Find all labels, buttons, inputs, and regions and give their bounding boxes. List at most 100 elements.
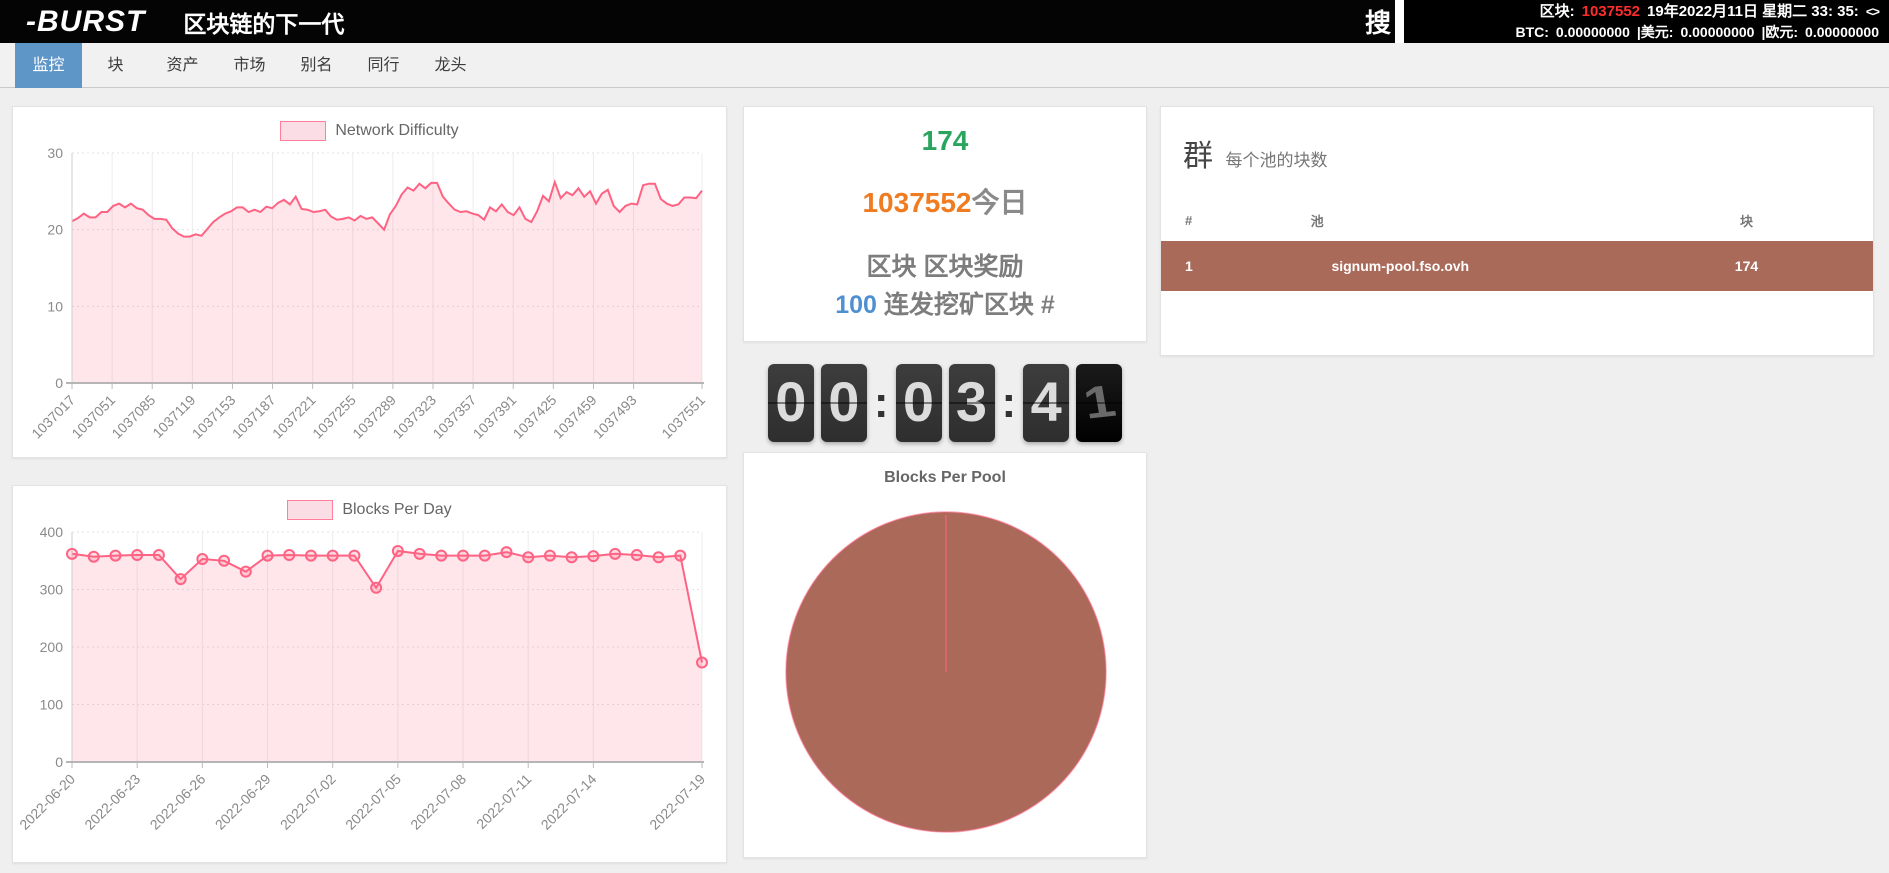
svg-text:1037357: 1037357 [429, 392, 479, 442]
reward-rest-label: 连发挖矿区块 # [883, 291, 1055, 319]
svg-text:1037153: 1037153 [188, 392, 238, 442]
svg-text:0: 0 [55, 754, 63, 770]
svg-text:2022-07-11: 2022-07-11 [473, 771, 534, 832]
site-title: 区块链的下一代 [183, 10, 345, 37]
svg-text:2022-07-19: 2022-07-19 [646, 771, 708, 833]
btc-value: 0.00000000 [1555, 24, 1630, 40]
svg-text:1037221: 1037221 [268, 392, 318, 442]
svg-text:2022-07-14: 2022-07-14 [537, 771, 599, 833]
tab-peers[interactable]: 同行 [350, 43, 417, 88]
main-nav: 监控 块 资产 市场 别名 同行 龙头 [0, 43, 1889, 88]
pool-row[interactable]: 1 signum-pool.fso.ovh 174 [1161, 241, 1873, 291]
clock-colon-2: : [1001, 378, 1017, 427]
svg-text:1037493: 1037493 [589, 392, 639, 442]
clock-colon-1: : [873, 378, 889, 427]
network-info-box: 区块: 1037552 19年2022月11日 星期二 33: 35: <> B… [1404, 0, 1889, 43]
block-reward-label: 区块 区块奖励 [866, 253, 1024, 281]
block-height-value: 1037552 [1581, 3, 1641, 20]
block-stats-card: 174 1037552今日 区块 区块奖励 100 连发挖矿区块 # [743, 106, 1147, 342]
svg-text:1037323: 1037323 [389, 392, 439, 442]
svg-text:1037289: 1037289 [349, 392, 399, 442]
eur-value: 0.00000000 [1805, 24, 1879, 40]
blocks-per-day-legend[interactable]: Blocks Per Day [13, 500, 726, 520]
svg-text:1037459: 1037459 [549, 392, 599, 442]
burst-explorer-app: -BURST 区块链的下一代 搜 区块: 1037552 19年2022月11日… [0, 0, 1889, 873]
svg-text:1037551: 1037551 [658, 392, 708, 442]
svg-text:1037085: 1037085 [108, 392, 158, 442]
blocks-per-day-chart: 01002003004002022-06-20 2022-06-23 2022-06… [20, 524, 708, 833]
col-header-pool[interactable]: 池 [1281, 199, 1620, 241]
svg-text:2022-06-23: 2022-06-23 [81, 771, 143, 833]
clock-digit-4: 3 [948, 364, 995, 442]
difficulty-legend-label: Network Difficulty [335, 122, 459, 139]
search-input[interactable] [1395, 0, 1404, 43]
difficulty-legend[interactable]: Network Difficulty [13, 121, 726, 141]
svg-text:0: 0 [55, 375, 63, 391]
svg-text:2022-06-29: 2022-06-29 [211, 771, 273, 833]
blocks-today-value: 174 [921, 125, 969, 156]
svg-text:200: 200 [39, 639, 63, 655]
pool-rank: 1 [1161, 241, 1281, 291]
blocks-per-day-legend-label: Blocks Per Day [342, 501, 452, 518]
difficulty-legend-swatch [280, 121, 327, 141]
top-header: -BURST 区块链的下一代 搜 区块: 1037552 19年2022月11日… [0, 0, 1889, 43]
svg-text:2022-07-02: 2022-07-02 [276, 771, 338, 833]
tab-assets[interactable]: 资产 [149, 43, 216, 88]
block-height-line: 1037552今日 [744, 181, 1146, 221]
pools-table: # 池 块 1 signum-pool.fso.ovh 174 [1161, 199, 1873, 291]
svg-text:2022-07-08: 2022-07-08 [407, 771, 469, 833]
svg-text:1037255: 1037255 [309, 392, 359, 442]
block-countdown-clock: 0 0 : 0 3 : 4 1 [743, 364, 1147, 442]
block-label: 区块: [1539, 3, 1575, 20]
tab-blocks[interactable]: 块 [82, 43, 149, 88]
pool-name[interactable]: signum-pool.fso.ovh [1280, 241, 1620, 291]
svg-text:300: 300 [39, 582, 63, 598]
clock-digit-5: 4 [1023, 364, 1070, 442]
search-label: 搜 [1364, 8, 1391, 38]
pools-header: 群 每个池的块数 [1161, 107, 1873, 175]
pools-subtitle: 每个池的块数 [1225, 151, 1328, 170]
current-height-value: 1037552 [862, 187, 972, 218]
pools-card: 群 每个池的块数 # 池 块 1 signum-pool.fso.ovh 174 [1160, 106, 1874, 356]
col-header-blocks[interactable]: 块 [1620, 199, 1873, 241]
today-suffix: 今日 [971, 187, 1028, 218]
pool-blocks: 174 [1619, 241, 1873, 291]
pools-title: 群 [1183, 140, 1213, 173]
svg-text:1037017: 1037017 [28, 392, 78, 442]
usd-value: 0.00000000 [1680, 24, 1755, 40]
eur-label: |欧元: [1761, 24, 1799, 40]
svg-text:1037391: 1037391 [469, 392, 519, 442]
clock-digit-6-flipping: 1 [1076, 364, 1123, 442]
svg-text:2022-06-26: 2022-06-26 [146, 771, 208, 833]
block-info-line: 区块: 1037552 19年2022月11日 星期二 33: 35: <> [1404, 2, 1880, 22]
blocks-per-day-legend-swatch [287, 500, 334, 520]
pie-title: Blocks Per Pool [884, 469, 1006, 486]
blocks-per-pool-pie [785, 511, 1107, 833]
clock-digit-2: 0 [820, 364, 867, 442]
svg-text:20: 20 [47, 222, 63, 238]
svg-text:10: 10 [47, 298, 63, 314]
network-difficulty-card: Network Difficulty 0 10 20 30 1037017 1037051… [12, 106, 727, 458]
reward-value: 100 [835, 291, 877, 319]
tab-faucet[interactable]: 龙头 [417, 43, 484, 88]
reward-line: 100 连发挖矿区块 # [744, 285, 1146, 321]
expand-icon[interactable]: <> [1866, 2, 1880, 22]
col-header-rank[interactable]: # [1161, 199, 1281, 241]
blocks-per-pool-card: Blocks Per Pool [743, 452, 1147, 858]
svg-text:1037425: 1037425 [509, 392, 559, 442]
tab-monitor[interactable]: 监控 [15, 43, 82, 88]
svg-text:1037051: 1037051 [68, 392, 118, 442]
svg-text:400: 400 [39, 524, 63, 540]
clock-digit-3: 0 [895, 364, 942, 442]
burst-logo[interactable]: -BURST [26, 5, 145, 39]
svg-text:30: 30 [47, 145, 63, 161]
pools-table-header-row: # 池 块 [1161, 199, 1873, 241]
usd-label: |美元: [1636, 24, 1674, 40]
blocks-per-day-card: Blocks Per Day 0 100 200 300 400 2022-06-20 20… [12, 485, 727, 863]
tab-aliases[interactable]: 别名 [283, 43, 350, 88]
tab-market[interactable]: 市场 [216, 43, 283, 88]
clock-digit-1: 0 [767, 364, 814, 442]
svg-text:100: 100 [39, 697, 63, 713]
svg-text:2022-06-20: 2022-06-20 [20, 771, 78, 833]
price-info-line: BTC: 0.00000000 |美元: 0.00000000 |欧元: 0.0… [1404, 22, 1879, 42]
